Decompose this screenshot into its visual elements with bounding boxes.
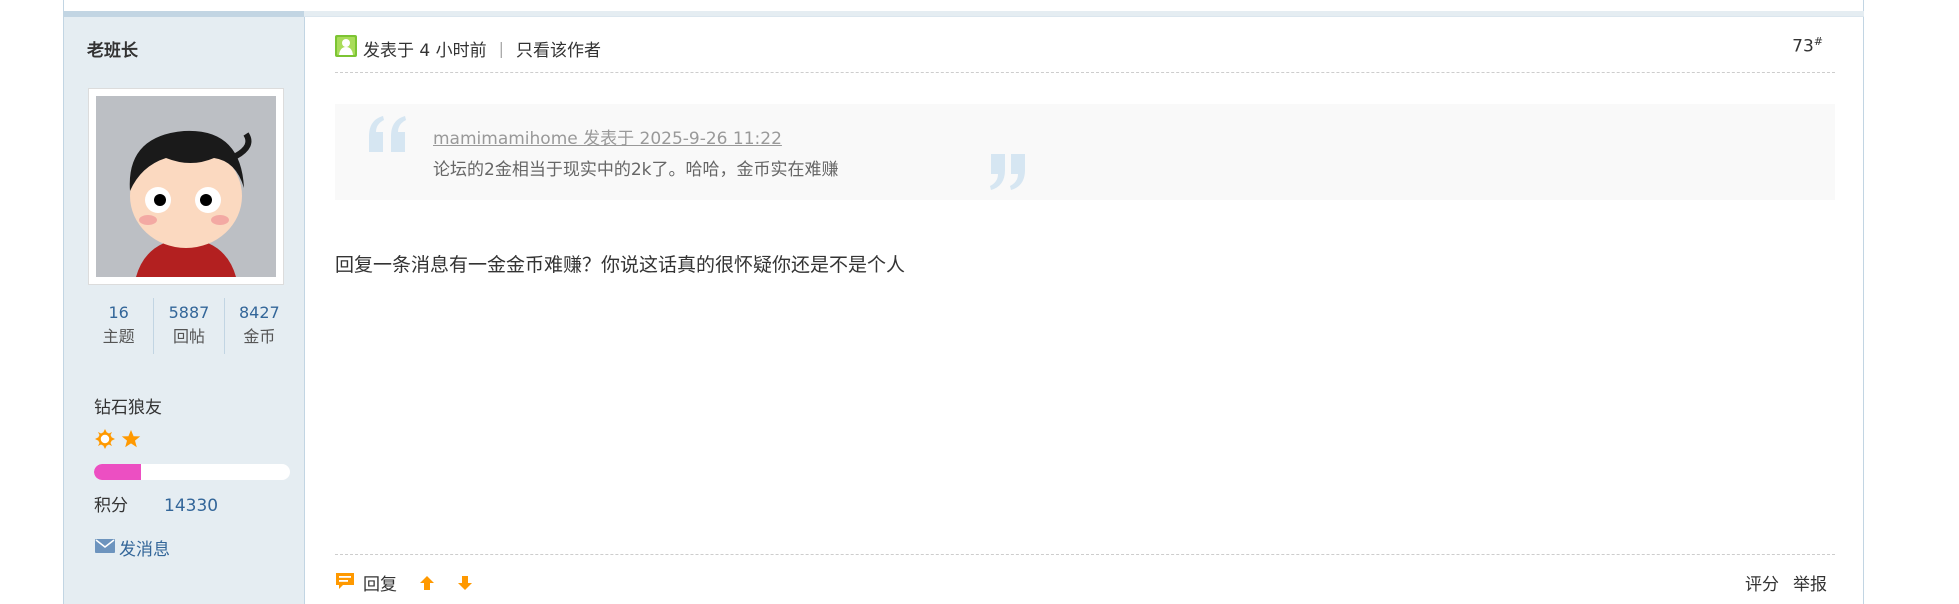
mail-icon: [95, 538, 115, 558]
upvote-arrow-icon[interactable]: [419, 575, 435, 591]
stat-coins[interactable]: 8427 金币: [225, 298, 294, 354]
author-sidebar: 老班长 16 主题 5887 回帖 8427 金币 钻石狼友 积分 14330 …: [64, 17, 305, 604]
author-points: 积分 14330: [94, 491, 218, 516]
floor-number-value: 73: [1792, 36, 1814, 57]
post-content: 回复一条消息有一金金币难赚？你说这话真的很怀疑你还是不是个人: [335, 254, 906, 276]
quote-block: mamimamihome 发表于 2025-9-26 11:22 论坛的2金相当…: [335, 104, 1835, 200]
level-progress-bar: [94, 464, 290, 480]
level-progress-fill: [94, 464, 142, 480]
post-main: 发表于 4 小时前 | 只看该作者 73# mamimamihome 发表于 2…: [305, 17, 1864, 604]
sun-icon: [95, 429, 115, 453]
quote-open-icon: [365, 114, 411, 158]
author-stats: 16 主题 5887 回帖 8427 金币: [84, 298, 294, 354]
star-icon: [121, 429, 141, 453]
post-footer: 回复 评分 举报: [335, 554, 1835, 604]
quote-source-link[interactable]: mamimamihome 发表于 2025-9-26 11:22: [433, 124, 782, 149]
downvote-arrow-icon[interactable]: [457, 575, 473, 591]
only-author-link[interactable]: 只看该作者: [516, 36, 601, 61]
stat-threads-label: 主题: [102, 327, 135, 346]
floor-number[interactable]: 73#: [1792, 35, 1823, 57]
stat-threads[interactable]: 16 主题: [84, 298, 155, 354]
stat-replies-value[interactable]: 5887: [154, 301, 223, 325]
stat-threads-value[interactable]: 16: [84, 301, 153, 325]
stat-coins-label: 金币: [243, 327, 276, 346]
rank-icons: [95, 429, 141, 453]
rate-button[interactable]: 评分: [1745, 570, 1779, 595]
quote-text: 论坛的2金相当于现实中的2k了。哈哈，金币实在难赚: [433, 160, 839, 180]
send-message-label: 发消息: [119, 540, 170, 560]
floor-mark: #: [1813, 35, 1823, 48]
stat-replies[interactable]: 5887 回帖: [154, 298, 225, 354]
points-label: 积分: [94, 496, 128, 516]
points-value: 14330: [164, 496, 219, 516]
author-rank[interactable]: 钻石狼友: [94, 393, 162, 418]
post-time: 发表于 4 小时前: [363, 40, 487, 61]
report-button[interactable]: 举报: [1793, 570, 1827, 595]
reply-button[interactable]: 回复: [363, 570, 397, 595]
avatar-image: [96, 96, 276, 277]
header-separator: |: [498, 38, 505, 58]
stat-coins-value[interactable]: 8427: [225, 301, 294, 325]
author-name[interactable]: 老班长: [87, 36, 138, 61]
reply-icon[interactable]: [335, 572, 355, 594]
stat-replies-label: 回帖: [172, 327, 205, 346]
quote-close-icon: [985, 152, 1031, 196]
avatar[interactable]: [88, 88, 284, 285]
send-message-link[interactable]: 发消息: [95, 535, 170, 560]
online-status-icon: [335, 35, 357, 61]
post-header: 发表于 4 小时前 | 只看该作者 73#: [335, 17, 1835, 73]
